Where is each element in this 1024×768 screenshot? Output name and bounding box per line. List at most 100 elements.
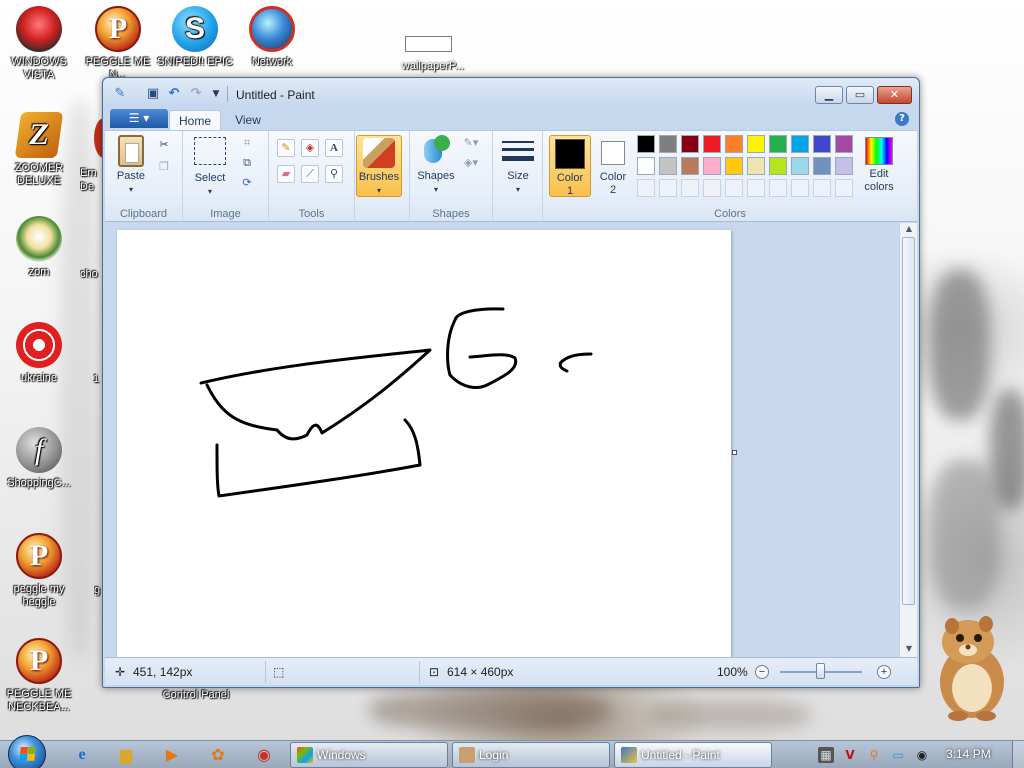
shapes-button[interactable]: Shapes ▾ — [414, 135, 458, 196]
maximize-button[interactable]: ▭ — [846, 86, 874, 104]
title-bar[interactable]: ✎ ▣ ↶ ↷ ▼ Untitled - Paint ▁ ▭ ✕ — [103, 78, 919, 108]
palette-swatch[interactable] — [813, 157, 831, 175]
desktop-icon-label[interactable]: wallpaperP... — [388, 60, 478, 72]
palette-swatch[interactable] — [747, 157, 765, 175]
eraser-icon[interactable]: ▰ — [277, 165, 295, 183]
palette-swatch[interactable] — [725, 157, 743, 175]
crop-icon[interactable]: ⌗ — [238, 135, 256, 153]
custom-color-slot[interactable] — [813, 179, 831, 197]
palette-swatch[interactable] — [791, 157, 809, 175]
undo-icon[interactable]: ↶ — [165, 86, 183, 102]
palette-swatch[interactable] — [835, 135, 853, 153]
magnifier-icon[interactable]: ⚲ — [325, 165, 343, 183]
paint-app-icon[interactable]: ✎ — [111, 86, 129, 102]
desktop-icon-network[interactable]: Network — [234, 6, 310, 69]
rotate-icon[interactable]: ⟳ — [238, 175, 256, 193]
color1-button[interactable]: Color 1 — [549, 135, 591, 197]
palette-swatch[interactable] — [835, 157, 853, 175]
color2-button[interactable]: Color 2 — [593, 135, 633, 197]
save-icon[interactable]: ▣ — [144, 86, 162, 102]
palette-swatch[interactable] — [637, 135, 655, 153]
canvas-resize-handle[interactable] — [732, 450, 737, 455]
clock[interactable]: 3:14 PM — [946, 747, 991, 761]
text-tool-icon[interactable]: A — [325, 139, 343, 157]
custom-color-slot[interactable] — [769, 179, 787, 197]
zoom-in-icon[interactable]: + — [877, 665, 891, 679]
select-button[interactable]: Select ▾ — [189, 135, 231, 198]
custom-color-slot[interactable] — [681, 179, 699, 197]
custom-color-slot[interactable] — [725, 179, 743, 197]
palette-swatch[interactable] — [659, 157, 677, 175]
close-button[interactable]: ✕ — [877, 86, 912, 104]
paste-button[interactable]: Paste ▾ — [113, 135, 149, 196]
desktop-icon-zoomer-deluxe[interactable]: Z ZOOMER DELUXE — [1, 112, 77, 188]
custom-color-slot[interactable] — [791, 179, 809, 197]
app-icon[interactable]: ✿ — [200, 743, 236, 767]
desktop-icon-skype[interactable]: S SNIPED!! EPIC — [157, 6, 233, 69]
show-desktop-button[interactable] — [1012, 741, 1024, 768]
taskbar-item-paint[interactable]: Untitled - Paint — [614, 742, 772, 768]
desktop-icon-peggle-my-heggle[interactable]: P peggle my heggle — [1, 533, 77, 609]
scroll-thumb[interactable] — [902, 237, 915, 605]
desktop-icon-zom[interactable]: zom — [1, 216, 77, 279]
desktop-icon-shoppingc[interactable]: f ShoppingC... — [1, 427, 77, 490]
chrome-icon[interactable]: ◉ — [246, 743, 282, 767]
antivirus-icon[interactable]: V — [842, 747, 858, 763]
palette-swatch[interactable] — [703, 157, 721, 175]
customize-toolbar-icon[interactable]: ▼ — [207, 86, 225, 102]
custom-color-slot[interactable] — [703, 179, 721, 197]
search-tray-icon[interactable]: ⚲ — [866, 747, 882, 763]
vertical-scrollbar[interactable]: ▲ ▼ — [899, 223, 917, 657]
tab-home[interactable]: Home — [169, 110, 221, 130]
palette-swatch[interactable] — [725, 135, 743, 153]
palette-swatch[interactable] — [813, 135, 831, 153]
volume-icon[interactable]: ◉ — [914, 747, 930, 763]
resize-icon[interactable]: ⧉ — [238, 155, 256, 173]
palette-swatch[interactable] — [791, 135, 809, 153]
palette-swatch[interactable] — [747, 135, 765, 153]
color-picker-icon[interactable]: ⟋ — [301, 165, 319, 183]
minimize-button[interactable]: ▁ — [815, 86, 843, 104]
internet-explorer-icon[interactable]: e — [64, 743, 100, 767]
help-icon[interactable]: ? — [895, 112, 909, 126]
fill-shape-icon[interactable]: ◈▾ — [462, 155, 480, 173]
media-player-icon[interactable]: ▶ — [154, 743, 190, 767]
desktop-icon-windows-vista[interactable]: WINDOWS VISTA — [1, 6, 77, 82]
taskbar-item-login[interactable]: Login — [452, 742, 610, 768]
palette-swatch[interactable] — [703, 135, 721, 153]
zoom-out-icon[interactable]: − — [755, 665, 769, 679]
edit-colors-button[interactable]: Edit colors — [855, 135, 903, 194]
desktop-icon-peggle-me-neckbea[interactable]: P PEGGLE ME NECKBEA... — [1, 638, 77, 714]
scroll-down-icon[interactable]: ▼ — [900, 643, 918, 655]
start-button[interactable] — [8, 735, 46, 768]
tray-app-icon[interactable]: ▦ — [818, 747, 834, 763]
desktop-icon-peggle-me[interactable]: P PEGGLE ME N... — [80, 6, 156, 82]
custom-color-slot[interactable] — [637, 179, 655, 197]
palette-swatch[interactable] — [681, 157, 699, 175]
pencil-icon[interactable]: ✎ — [277, 139, 295, 157]
fill-icon[interactable]: ◈ — [301, 139, 319, 157]
palette-swatch[interactable] — [769, 157, 787, 175]
scroll-up-icon[interactable]: ▲ — [900, 223, 918, 235]
redo-icon[interactable]: ↷ — [187, 86, 205, 102]
desktop-icon-rename-field[interactable] — [405, 36, 452, 52]
custom-color-slot[interactable] — [835, 179, 853, 197]
copy-icon[interactable]: ❐ — [155, 159, 173, 177]
file-explorer-icon[interactable]: ▆ — [108, 743, 144, 767]
network-tray-icon[interactable]: ▭ — [890, 747, 906, 763]
palette-swatch[interactable] — [681, 135, 699, 153]
desktop-icon-ukraine[interactable]: ukraine — [1, 322, 77, 385]
outline-icon[interactable]: ✎▾ — [462, 135, 480, 153]
palette-swatch[interactable] — [637, 157, 655, 175]
palette-swatch[interactable] — [769, 135, 787, 153]
size-button[interactable]: Size ▾ — [497, 135, 539, 196]
paint-menu-button[interactable]: ☰ ▾ — [110, 109, 168, 128]
brushes-button[interactable]: Brushes ▾ — [356, 135, 402, 197]
tab-view[interactable]: View — [227, 110, 269, 130]
drawing-canvas[interactable] — [117, 230, 731, 657]
desktop-icon-control-panel[interactable]: Control Panel — [156, 689, 236, 702]
palette-swatch[interactable] — [659, 135, 677, 153]
cut-icon[interactable]: ✂ — [155, 137, 173, 155]
taskbar-item-windows[interactable]: Windows — [290, 742, 448, 768]
zoom-slider-thumb[interactable] — [816, 663, 825, 679]
